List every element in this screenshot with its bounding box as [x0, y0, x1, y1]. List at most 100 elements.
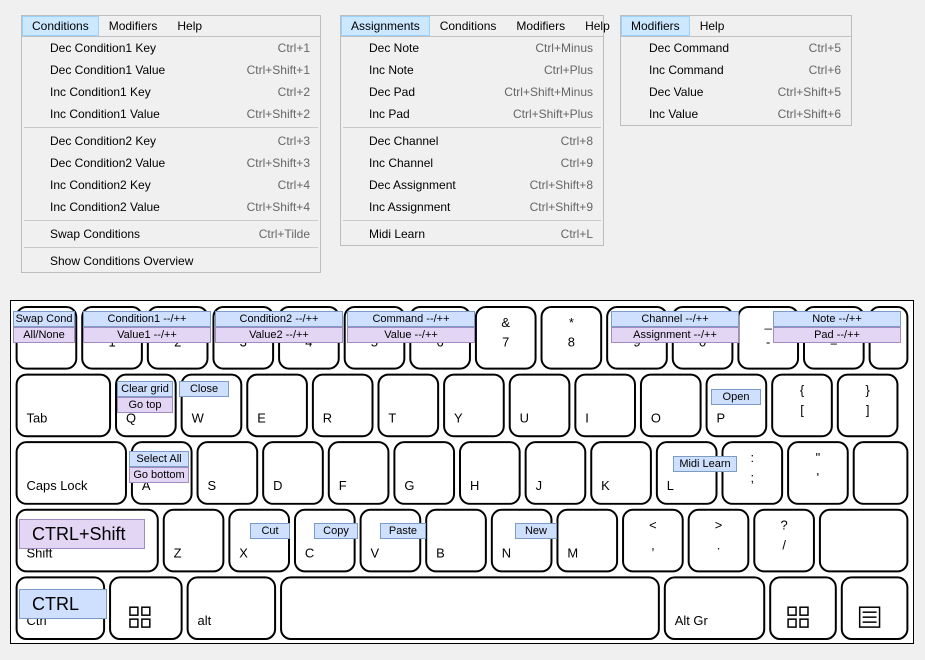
- overlay-assignment: Assignment --/++: [611, 327, 739, 343]
- keyboard-key: [665, 577, 764, 639]
- menu-item-shortcut: Ctrl+Shift+2: [247, 107, 310, 121]
- menu-item-label: Dec Assignment: [369, 178, 479, 192]
- menu-item-shortcut: Ctrl+Shift+8: [530, 178, 593, 192]
- menu-item-label: Inc Command: [649, 63, 749, 77]
- menu-separator: [343, 220, 601, 221]
- menu-item[interactable]: Inc Condition1 ValueCtrl+Shift+2: [22, 103, 320, 125]
- key-label: ": [816, 450, 821, 465]
- menu-item[interactable]: Midi LearnCtrl+L: [341, 223, 603, 245]
- modifiers-dropdown: Dec CommandCtrl+5 Inc Command Ctrl+6 Dec Va…: [621, 37, 851, 125]
- key-label: V: [371, 546, 380, 561]
- key-label: -: [766, 335, 770, 350]
- menu-item-shortcut: Ctrl+Minus: [535, 41, 593, 55]
- menu-item[interactable]: Dec ValueCtrl+Shift+5: [621, 81, 851, 103]
- menu-item-label: Inc Note: [369, 63, 479, 77]
- keyboard-key: [657, 442, 717, 504]
- menubar-item-modifiers[interactable]: Modifiers: [621, 16, 690, 36]
- menu-item-shortcut: Ctrl+Shift+9: [530, 200, 593, 214]
- menubar-item-help[interactable]: Help: [690, 16, 735, 36]
- key-label: [: [800, 402, 804, 417]
- menu-item-shortcut: Ctrl+5: [809, 41, 841, 55]
- menu-item[interactable]: Show Conditions Overview: [22, 250, 320, 272]
- menu-item[interactable]: Dec PadCtrl+Shift+Minus: [341, 81, 603, 103]
- key-label: Caps Lock: [27, 478, 89, 493]
- menu-item[interactable]: Inc AssignmentCtrl+Shift+9: [341, 196, 603, 218]
- menu-item[interactable]: Inc ValueCtrl+Shift+6: [621, 103, 851, 125]
- menu-item-shortcut: Ctrl+Shift+5: [778, 85, 841, 99]
- keyboard-key: [164, 510, 224, 572]
- menu-item-shortcut: Ctrl+Shift+Minus: [504, 85, 593, 99]
- overlay-value1: Value1 --/++: [83, 327, 211, 343]
- key-label: J: [536, 478, 542, 493]
- key-label: ?: [781, 518, 788, 533]
- keyboard-key: [263, 442, 323, 504]
- menu-item-shortcut: Ctrl+2: [278, 85, 310, 99]
- keyboard-key: [313, 375, 373, 437]
- key-label: 7: [502, 335, 509, 350]
- key-label: Z: [174, 546, 182, 561]
- conditions-dropdown: Dec Condition1 KeyCtrl+1Dec Condition1 V…: [22, 37, 320, 272]
- key-label: F: [339, 478, 347, 493]
- overlay-midi-learn: Midi Learn: [673, 456, 737, 472]
- menubar-item-conditions[interactable]: Conditions: [430, 16, 507, 36]
- key-label: {: [800, 382, 805, 397]
- menu-item[interactable]: Inc Command Ctrl+6: [621, 59, 851, 81]
- key-label: alt: [198, 613, 212, 628]
- key-label: X: [239, 546, 248, 561]
- menu-item[interactable]: Inc NoteCtrl+Plus: [341, 59, 603, 81]
- keyboard-key: [378, 375, 438, 437]
- menu-item[interactable]: Dec Condition1 KeyCtrl+1: [22, 37, 320, 59]
- key-label: /: [782, 538, 786, 553]
- key-label: Y: [454, 410, 463, 425]
- conditions-menubar: Conditions Modifiers Help: [22, 16, 320, 37]
- keyboard-key: [295, 510, 355, 572]
- menu-item[interactable]: Dec Assignment Ctrl+Shift+8: [341, 174, 603, 196]
- menubar-item-modifiers[interactable]: Modifiers: [506, 16, 575, 36]
- menu-item-shortcut: Ctrl+1: [278, 41, 310, 55]
- keyboard-key: [281, 577, 659, 639]
- menu-separator: [24, 220, 318, 221]
- conditions-menu-window: Conditions Modifiers Help Dec Condition1…: [21, 15, 321, 273]
- menu-item[interactable]: Inc ChannelCtrl+9: [341, 152, 603, 174]
- keyboard-key: [188, 577, 275, 639]
- keyboard-key: [641, 375, 701, 437]
- menu-item[interactable]: Dec Condition1 ValueCtrl+Shift+1: [22, 59, 320, 81]
- menu-item-label: Midi Learn: [369, 227, 479, 241]
- menubar-item-help[interactable]: Help: [167, 16, 212, 36]
- key-label: N: [502, 546, 511, 561]
- menu-item[interactable]: Inc Condition2 KeyCtrl+4: [22, 174, 320, 196]
- menu-item[interactable]: Swap ConditionsCtrl+Tilde: [22, 223, 320, 245]
- menu-item-shortcut: Ctrl+6: [809, 63, 841, 77]
- overlay-open: Open: [711, 389, 761, 405]
- key-label: ,: [651, 538, 655, 553]
- overlay-command: Command --/++: [347, 311, 475, 327]
- menubar-item-help[interactable]: Help: [575, 16, 620, 36]
- menu-item-label: Dec Condition2 Key: [50, 134, 200, 148]
- menu-item[interactable]: Dec NoteCtrl+Minus: [341, 37, 603, 59]
- overlay-condition1: Condition1 --/++: [83, 311, 211, 327]
- menu-item-label: Inc Pad: [369, 107, 479, 121]
- key-label: >: [715, 518, 723, 533]
- key-label: D: [273, 478, 282, 493]
- menu-item-shortcut: Ctrl+9: [561, 156, 593, 170]
- menu-item[interactable]: Dec Condition2 KeyCtrl+3: [22, 130, 320, 152]
- keyboard-key: [707, 375, 767, 437]
- menubar-item-assignments[interactable]: Assignments: [341, 16, 430, 36]
- menu-item[interactable]: Dec ChannelCtrl+8: [341, 130, 603, 152]
- menubar-item-conditions[interactable]: Conditions: [22, 16, 99, 36]
- menu-item[interactable]: Inc PadCtrl+Shift+Plus: [341, 103, 603, 125]
- menu-item-label: Inc Condition1 Key: [50, 85, 200, 99]
- menubar-item-modifiers[interactable]: Modifiers: [99, 16, 168, 36]
- overlay-cut: Cut: [250, 523, 290, 539]
- menu-item[interactable]: Dec Condition2 ValueCtrl+Shift+3: [22, 152, 320, 174]
- key-label: O: [651, 410, 661, 425]
- menu-item[interactable]: Inc Condition2 ValueCtrl+Shift+4: [22, 196, 320, 218]
- keyboard-key: [444, 375, 504, 437]
- menu-item[interactable]: Inc Condition1 Key Ctrl+2: [22, 81, 320, 103]
- menu-item[interactable]: Dec CommandCtrl+5: [621, 37, 851, 59]
- menu-separator: [24, 127, 318, 128]
- key-label: P: [717, 410, 726, 425]
- overlay-clear-grid: Clear grid: [117, 381, 173, 397]
- key-label: W: [192, 410, 205, 425]
- keyboard-key: [460, 442, 520, 504]
